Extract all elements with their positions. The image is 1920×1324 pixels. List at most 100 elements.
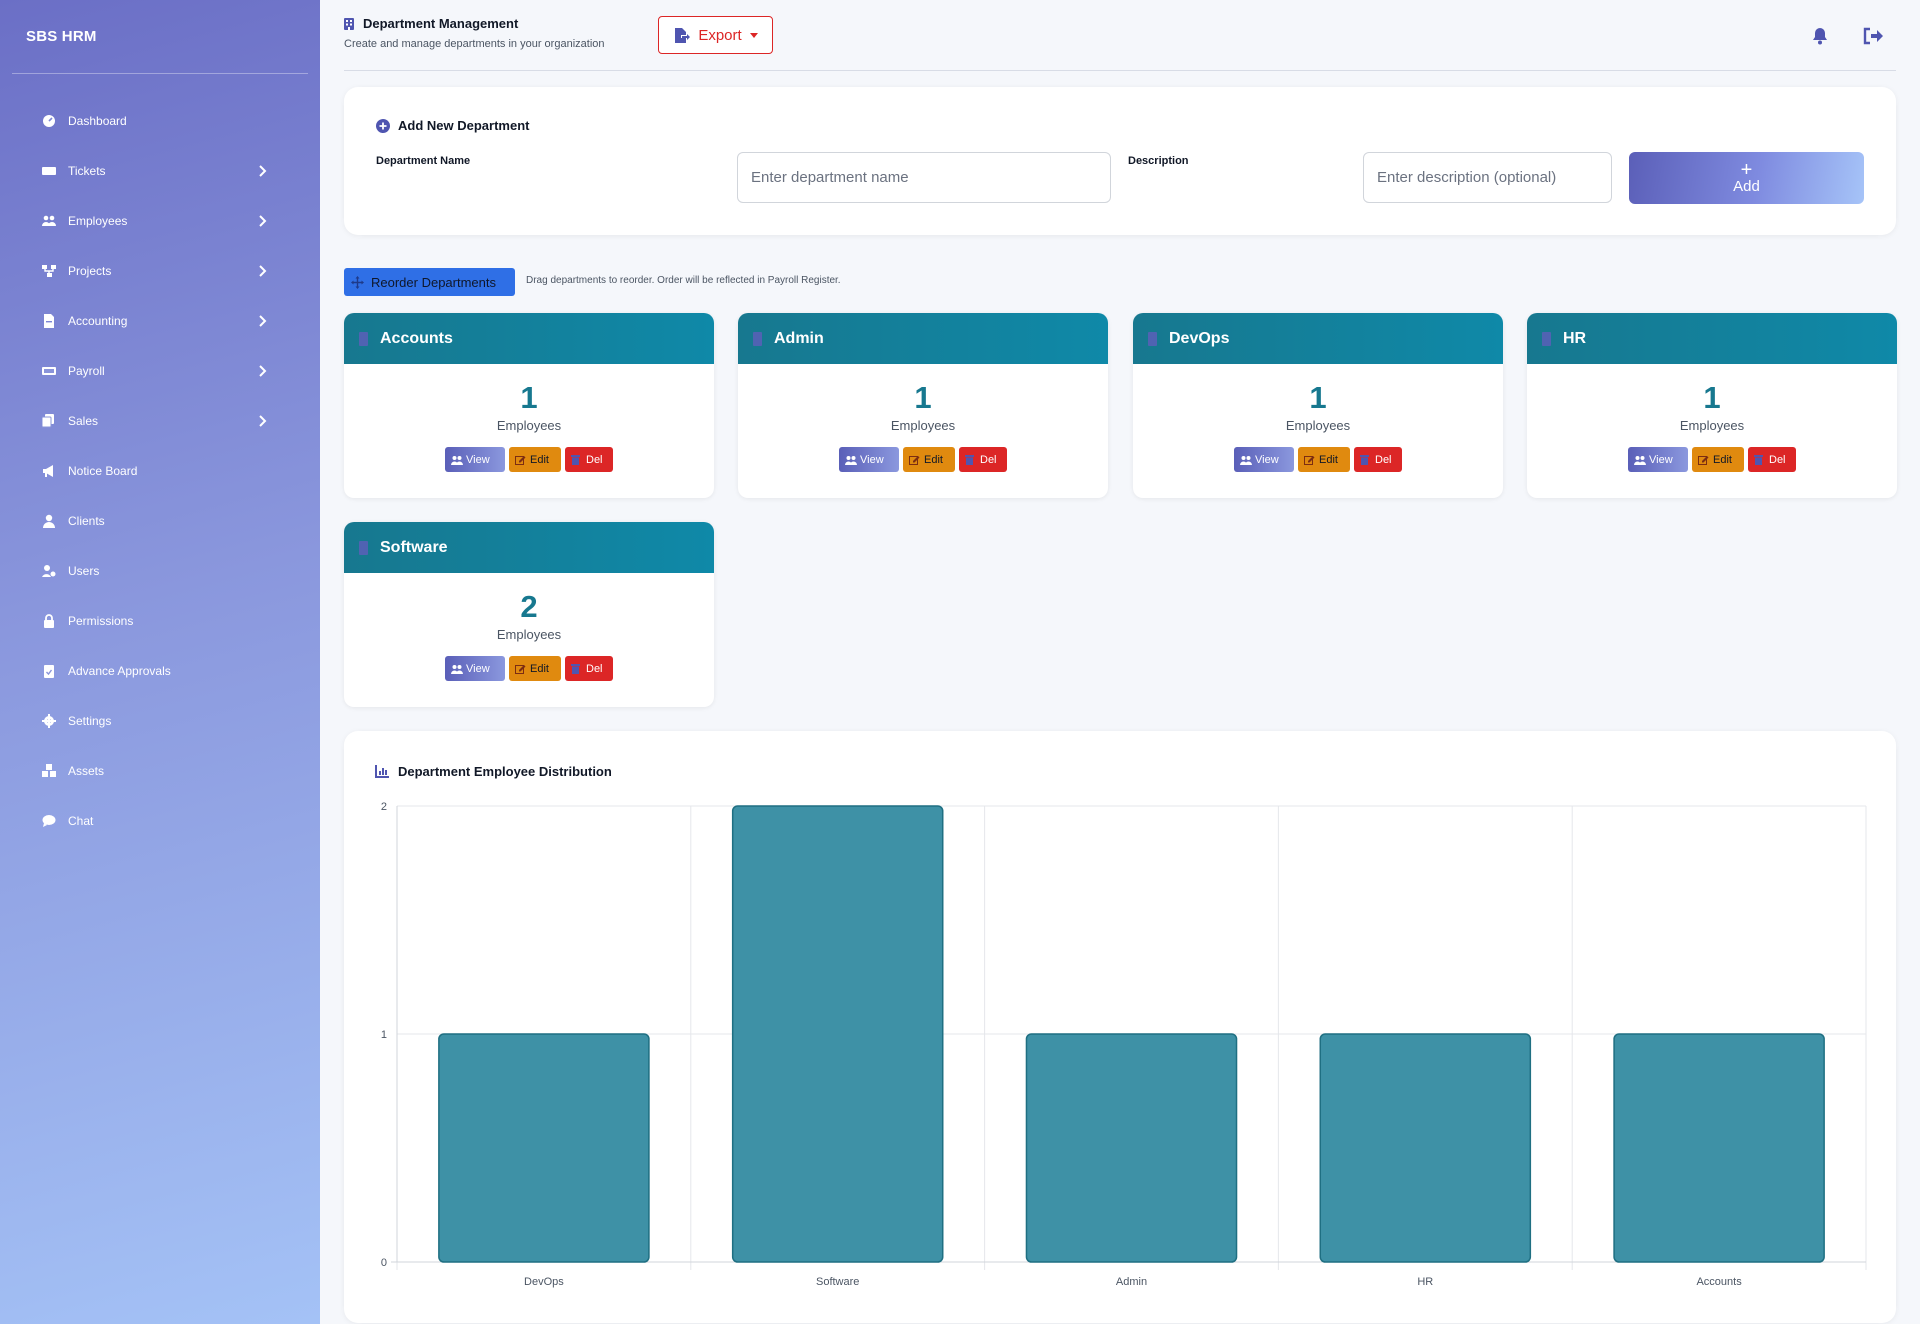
page-subtitle: Create and manage departments in your or… <box>344 38 605 50</box>
department-card[interactable]: HR 1 Employees View Edit Del <box>1527 313 1897 498</box>
caret-down-icon <box>749 32 758 38</box>
users-icon <box>42 214 56 228</box>
trash-icon <box>965 454 977 465</box>
trash-icon <box>571 454 583 465</box>
department-card[interactable]: Admin 1 Employees View Edit Del <box>738 313 1108 498</box>
gear-icon <box>42 714 56 728</box>
bell-icon[interactable] <box>1810 26 1830 46</box>
department-name-label: Department Name <box>376 155 471 167</box>
bar-software[interactable] <box>731 805 944 1263</box>
delete-button[interactable]: Del <box>1354 447 1402 472</box>
delete-button[interactable]: Del <box>565 447 613 472</box>
bar-hr[interactable] <box>1319 1033 1532 1263</box>
y-tick-label: 1 <box>381 1029 387 1041</box>
employee-count: 1 <box>914 380 932 415</box>
sidebar-item-advance-approvals[interactable]: Advance Approvals <box>0 646 320 696</box>
reorder-departments-button[interactable]: Reorder Departments <box>344 268 515 296</box>
department-card-header[interactable]: HR <box>1527 313 1897 364</box>
department-name-input[interactable] <box>737 152 1111 203</box>
department-actions: View Edit Del <box>344 656 714 681</box>
sidebar-item-permissions[interactable]: Permissions <box>0 596 320 646</box>
edit-icon <box>1304 455 1316 465</box>
sidebar-item-projects[interactable]: Projects <box>0 246 320 296</box>
view-label: View <box>1255 453 1279 466</box>
view-button[interactable]: View <box>445 447 505 472</box>
boxes-icon <box>42 764 56 778</box>
y-tick-label: 0 <box>381 1257 387 1269</box>
delete-button[interactable]: Del <box>1748 447 1796 472</box>
view-button[interactable]: View <box>1628 447 1688 472</box>
chevron-right-icon[interactable] <box>256 315 268 327</box>
sidebar-item-label: Users <box>68 564 100 578</box>
megaphone-icon <box>42 464 56 478</box>
users-icon <box>845 455 857 465</box>
sidebar-item-tickets[interactable]: Tickets <box>0 146 320 196</box>
sidebar-item-clients[interactable]: Clients <box>0 496 320 546</box>
sidebar-item-payroll[interactable]: Payroll <box>0 346 320 396</box>
sidebar-item-accounting[interactable]: Accounting <box>0 296 320 346</box>
dashboard-icon <box>42 114 56 128</box>
department-card-header[interactable]: Admin <box>738 313 1108 364</box>
edit-icon <box>515 664 527 674</box>
sidebar-item-notice-board[interactable]: Notice Board <box>0 446 320 496</box>
department-card-header[interactable]: Software <box>344 522 714 573</box>
department-card[interactable]: Accounts 1 Employees View Edit Del <box>344 313 714 498</box>
grip-vertical-icon[interactable] <box>753 331 764 346</box>
department-card[interactable]: Software 2 Employees View Edit Del <box>344 522 714 707</box>
chevron-right-icon[interactable] <box>256 265 268 277</box>
grip-vertical-icon[interactable] <box>359 331 370 346</box>
chevron-right-icon[interactable] <box>256 415 268 427</box>
bar-devops[interactable] <box>438 1033 650 1263</box>
sidebar-item-settings[interactable]: Settings <box>0 696 320 746</box>
export-button[interactable]: Export <box>658 16 773 54</box>
grip-vertical-icon[interactable] <box>1542 331 1553 346</box>
view-label: View <box>466 453 490 466</box>
department-actions: View Edit Del <box>1527 447 1897 472</box>
bar-accounts[interactable] <box>1613 1033 1825 1263</box>
department-actions: View Edit Del <box>738 447 1108 472</box>
sidebar-item-dashboard[interactable]: Dashboard <box>0 96 320 146</box>
sidebar-item-label: Sales <box>68 414 99 428</box>
sidebar-item-label: Payroll <box>68 364 105 378</box>
department-card-header[interactable]: DevOps <box>1133 313 1503 364</box>
department-card[interactable]: DevOps 1 Employees View Edit Del <box>1133 313 1503 498</box>
sidebar: SBS HRM Dashboard Tickets Employees Project… <box>0 0 320 1324</box>
chevron-right-icon[interactable] <box>256 215 268 227</box>
logout-icon[interactable] <box>1862 26 1883 46</box>
edit-button[interactable]: Edit <box>509 447 561 472</box>
employee-count-label: Employees <box>1285 418 1351 433</box>
sidebar-item-sales[interactable]: Sales <box>0 396 320 446</box>
file-invoice-icon <box>42 314 56 328</box>
edit-button[interactable]: Edit <box>509 656 561 681</box>
reorder-label: Reorder Departments <box>371 274 496 290</box>
delete-label: Del <box>586 453 603 466</box>
sidebar-item-employees[interactable]: Employees <box>0 196 320 246</box>
chevron-right-icon[interactable] <box>256 165 268 177</box>
bar-admin[interactable] <box>1025 1033 1238 1263</box>
edit-button[interactable]: Edit <box>903 447 955 472</box>
department-card-header[interactable]: Accounts <box>344 313 714 364</box>
grip-vertical-icon[interactable] <box>359 540 370 555</box>
view-button[interactable]: View <box>445 656 505 681</box>
view-button[interactable]: View <box>839 447 899 472</box>
add-department-button[interactable]: + Add <box>1629 152 1864 204</box>
edit-button[interactable]: Edit <box>1298 447 1350 472</box>
page-title: Department Management <box>344 16 518 31</box>
employee-count-label: Employees <box>890 418 956 433</box>
view-button[interactable]: View <box>1234 447 1294 472</box>
department-actions: View Edit Del <box>1133 447 1503 472</box>
sidebar-item-users[interactable]: Users <box>0 546 320 596</box>
description-label: Description <box>1128 155 1189 167</box>
sidebar-item-chat[interactable]: Chat <box>0 796 320 846</box>
edit-button[interactable]: Edit <box>1692 447 1744 472</box>
view-label: View <box>466 662 490 675</box>
delete-button[interactable]: Del <box>959 447 1007 472</box>
money-bill-icon <box>42 364 56 378</box>
grip-vertical-icon[interactable] <box>1148 331 1159 346</box>
chevron-right-icon[interactable] <box>256 365 268 377</box>
description-input[interactable] <box>1363 152 1612 203</box>
sidebar-item-assets[interactable]: Assets <box>0 746 320 796</box>
delete-button[interactable]: Del <box>565 656 613 681</box>
brand-divider <box>12 73 308 74</box>
employee-count: 1 <box>520 380 538 415</box>
